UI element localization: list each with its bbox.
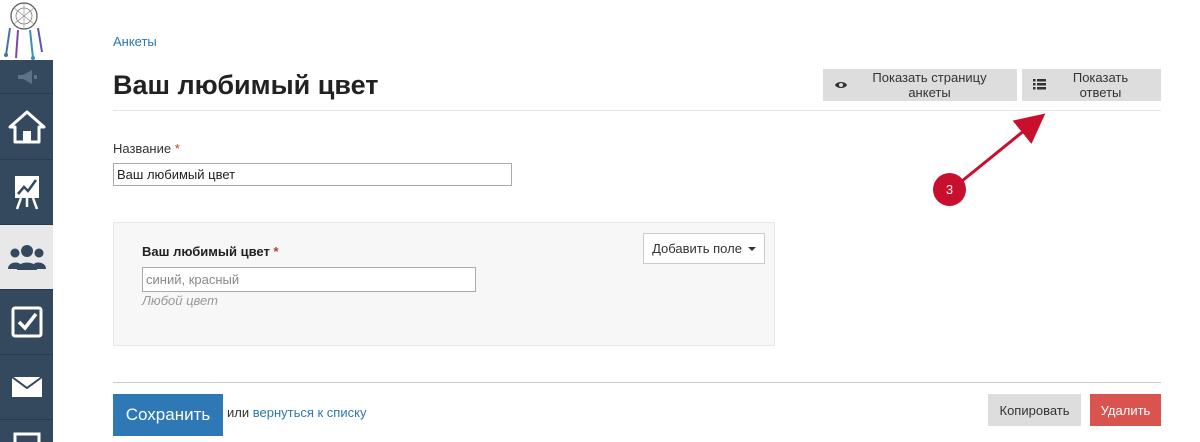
- eye-icon: [834, 78, 848, 93]
- question-label-text: Ваш любимый цвет: [142, 244, 270, 259]
- home-icon: [8, 110, 46, 144]
- checkbox-icon: [10, 305, 44, 339]
- caret-down-icon: [747, 246, 756, 251]
- or-text: или: [227, 405, 250, 420]
- back-to-list-link[interactable]: вернуться к списку: [253, 405, 367, 420]
- sidebar-item-home[interactable]: [0, 94, 53, 160]
- required-mark: *: [174, 141, 180, 156]
- megaphone-icon: [16, 69, 38, 85]
- add-field-label: Добавить поле: [652, 241, 742, 256]
- name-input[interactable]: [113, 163, 512, 186]
- envelope-icon: [10, 376, 43, 398]
- page-title: Ваш любимый цвет: [113, 70, 379, 100]
- show-survey-page-label: Показать страницу анкеты: [872, 70, 987, 100]
- step-number-badge: 3: [933, 173, 966, 206]
- delete-button[interactable]: Удалить: [1090, 394, 1161, 426]
- save-button[interactable]: Сохранить: [113, 394, 223, 436]
- show-survey-page-button[interactable]: Показать страницу анкеты: [823, 69, 1017, 101]
- sidebar-item-tasks[interactable]: [0, 290, 53, 355]
- copy-button[interactable]: Копировать: [988, 394, 1081, 426]
- question-panel: Ваш любимый цвет * Добавить поле Любой ц…: [113, 222, 775, 346]
- main-content: Анкеты Ваш любимый цвет Показать страниц…: [113, 0, 1161, 442]
- footer-divider: [113, 382, 1161, 383]
- required-mark: *: [273, 244, 279, 259]
- list-icon: [1033, 78, 1046, 93]
- sidebar-item-announcements[interactable]: [0, 60, 53, 94]
- title-divider: [113, 110, 1161, 111]
- name-label-text: Название: [113, 141, 172, 156]
- document-icon: [12, 420, 42, 442]
- show-answers-label: Показать ответы: [1072, 70, 1129, 100]
- show-answers-button[interactable]: Показать ответы: [1022, 69, 1161, 101]
- question-label: Ваш любимый цвет *: [142, 244, 279, 259]
- users-icon: [7, 242, 47, 272]
- chart-board-icon: [11, 173, 43, 211]
- name-field-label: Название *: [113, 141, 180, 156]
- dreamcatcher-logo: [0, 0, 53, 60]
- back-to-list-text: или вернуться к списку: [227, 405, 366, 420]
- sidebar-item-more[interactable]: [0, 420, 53, 442]
- breadcrumb-surveys[interactable]: Анкеты: [113, 34, 157, 49]
- question-answer-input[interactable]: [142, 267, 476, 292]
- sidebar-item-mail[interactable]: [0, 355, 53, 420]
- sidebar: [0, 0, 53, 442]
- add-field-dropdown[interactable]: Добавить поле: [643, 233, 765, 264]
- sidebar-item-users[interactable]: [0, 225, 53, 290]
- sidebar-item-stats[interactable]: [0, 160, 53, 225]
- question-hint: Любой цвет: [142, 293, 218, 308]
